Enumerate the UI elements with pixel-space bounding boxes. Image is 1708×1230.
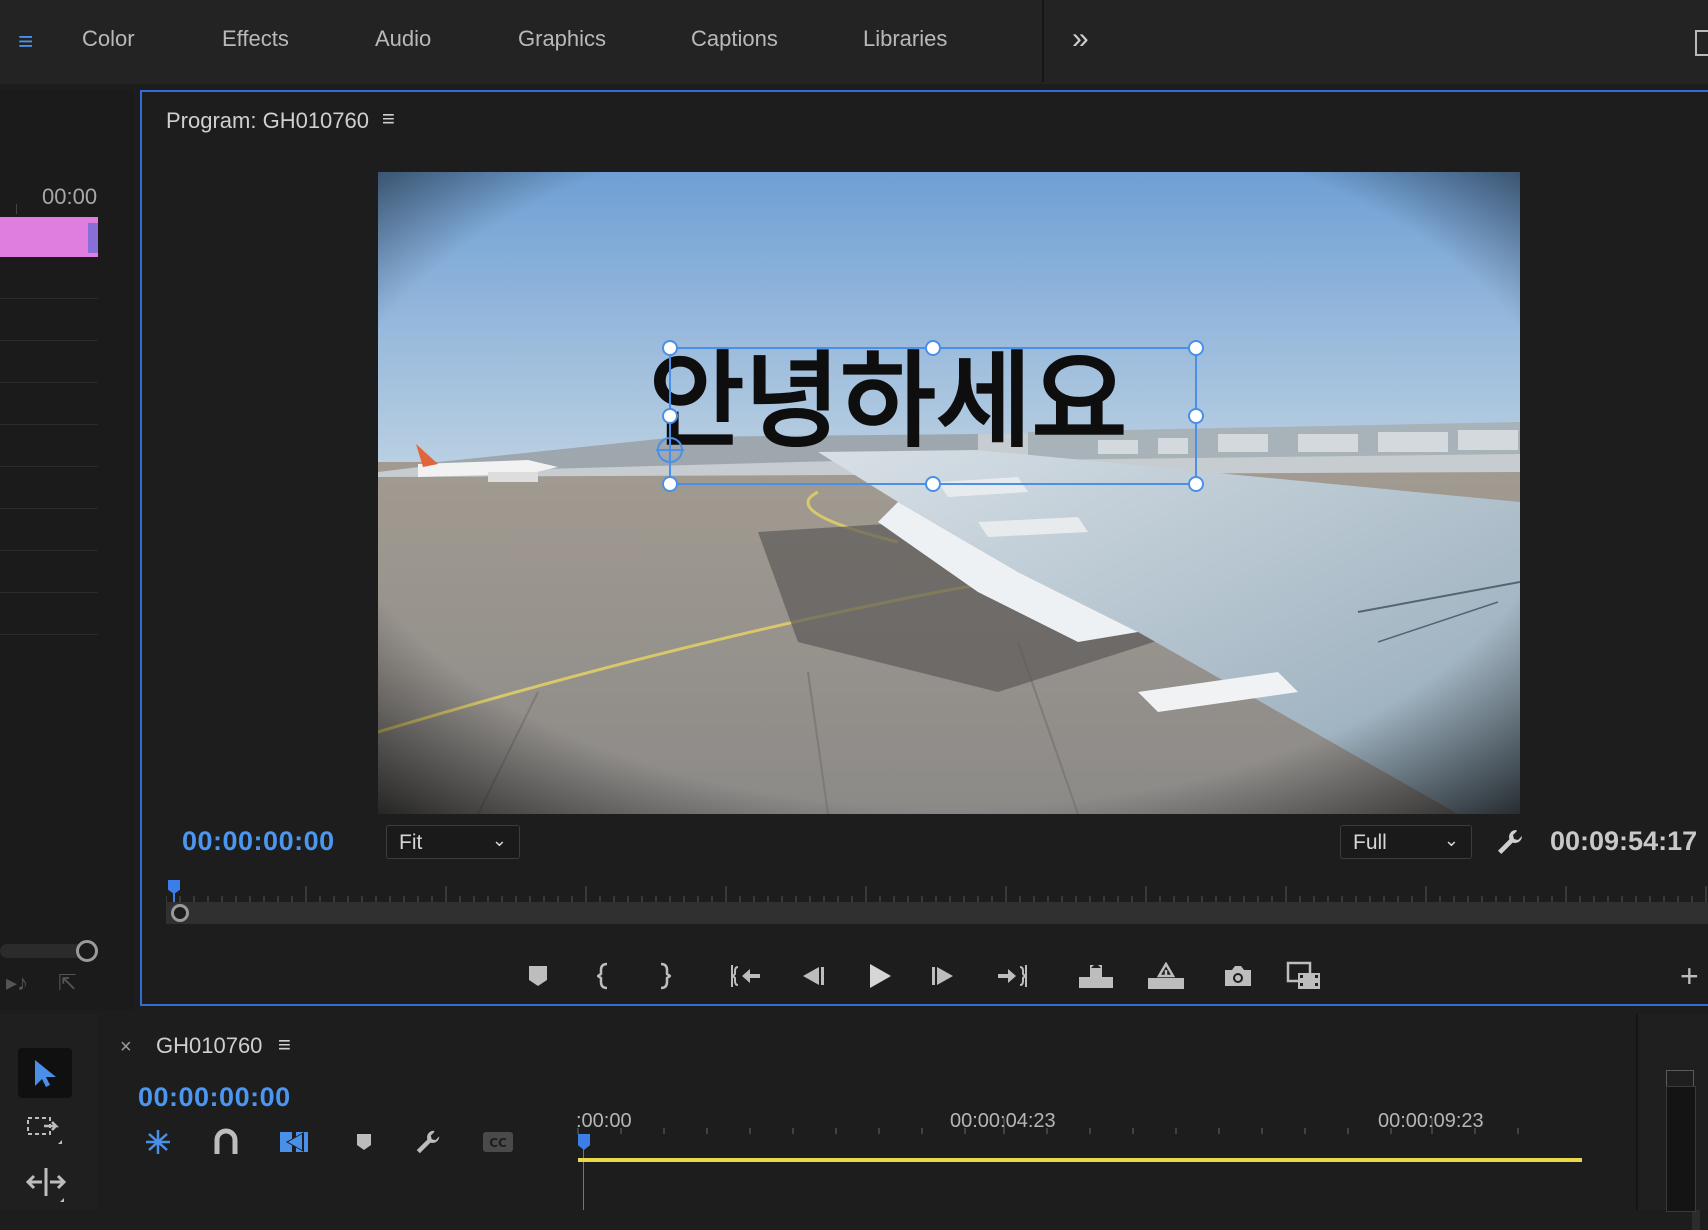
add-marker-button[interactable] [518, 956, 558, 996]
panel-title: Program: GH010760 [166, 108, 369, 133]
resize-handle[interactable] [925, 476, 941, 492]
resolution-select[interactable]: Full ⌄ [1340, 825, 1472, 859]
mark-in-button[interactable] [584, 956, 624, 996]
linked-selection-icon[interactable] [276, 1124, 312, 1160]
source-panel: 00:00 ▸♪ ⇱ [0, 90, 134, 1010]
resize-handle[interactable] [662, 408, 678, 424]
resize-handle[interactable] [1188, 408, 1204, 424]
track-select-icon [27, 1117, 62, 1144]
timeline-panel: × GH010760 ≡ 00:00:00:00 CC :00:00 00:00… [100, 1014, 1702, 1230]
mark-out-button[interactable] [644, 956, 684, 996]
tab-audio[interactable]: Audio [375, 26, 431, 52]
resolution-value: Full [1353, 831, 1387, 854]
sequence-tab[interactable]: GH010760 [156, 1033, 262, 1059]
selection-arrow-icon [35, 1060, 56, 1087]
program-monitor: Program: GH010760 ≡ 안녕하세요 00:00:00:00 Fi… [140, 90, 1708, 1006]
snap-magnet-icon[interactable] [208, 1124, 244, 1160]
ripple-edit-tool[interactable] [24, 1164, 68, 1209]
ruler-label-end: 00:00:09:23 [1378, 1110, 1484, 1132]
ruler-tick [16, 204, 17, 214]
tab-captions[interactable]: Captions [691, 26, 778, 52]
timeline-settings-wrench-icon[interactable] [410, 1124, 446, 1160]
selection-tool[interactable] [18, 1048, 72, 1098]
work-area-bar[interactable] [578, 1158, 1582, 1162]
track-divider [0, 340, 98, 341]
resize-handle[interactable] [1188, 476, 1204, 492]
chevron-down-icon: ⌄ [491, 830, 507, 850]
lift-button[interactable] [1076, 956, 1116, 996]
settings-wrench-icon[interactable] [1494, 826, 1526, 863]
clip-bar[interactable] [0, 217, 98, 257]
zoom-handle[interactable] [171, 904, 189, 922]
add-marker-icon[interactable] [346, 1124, 382, 1160]
ruler-label-start: :00:00 [576, 1110, 632, 1132]
resize-handle[interactable] [925, 340, 941, 356]
audio-insert-icon[interactable]: ▸♪ [6, 970, 28, 996]
export-frame-camera-icon[interactable] [1218, 956, 1258, 996]
panel-menu-icon[interactable]: ≡ [382, 106, 395, 132]
step-forward-button[interactable] [924, 956, 964, 996]
track-divider [0, 592, 98, 593]
chevron-down-icon: ⌄ [1443, 830, 1459, 850]
track-divider [0, 508, 98, 509]
tab-color[interactable]: Color [82, 26, 135, 52]
resize-handle[interactable] [662, 340, 678, 356]
extract-button[interactable] [1146, 956, 1186, 996]
overlay-title-text[interactable]: 안녕하세요 [649, 340, 1127, 462]
clip-end-handle[interactable] [88, 223, 98, 253]
captions-cc-icon[interactable]: CC [480, 1124, 516, 1160]
video-frame[interactable]: 안녕하세요 [378, 172, 1520, 814]
audio-meter [1666, 1086, 1696, 1212]
tab-graphics[interactable]: Graphics [518, 26, 606, 52]
tab-effects[interactable]: Effects [222, 26, 289, 52]
track-divider [0, 424, 98, 425]
play-button[interactable] [860, 956, 900, 996]
comparison-view-icon[interactable] [1284, 956, 1324, 996]
ripple-edit-icon [25, 1168, 67, 1202]
divider [1042, 0, 1044, 82]
export-icon[interactable]: ⇱ [58, 970, 76, 996]
panel-menu-icon[interactable]: ≡ [278, 1032, 291, 1058]
workspace-menu-icon[interactable]: ≡ [18, 28, 33, 54]
panel-timestamp: 00:00 [42, 184, 98, 209]
playhead-line [173, 892, 175, 902]
track-divider [0, 382, 98, 383]
workspace-bar: ≡ Color Effects Audio Graphics Captions … [0, 0, 1708, 84]
zoom-scrollbar[interactable] [0, 944, 84, 958]
timeline-playhead[interactable] [578, 1134, 590, 1150]
track-divider [0, 634, 98, 635]
step-back-button[interactable] [792, 956, 832, 996]
audio-meter-panel [1636, 1014, 1708, 1212]
resize-handle[interactable] [662, 476, 678, 492]
tools-panel [0, 1014, 98, 1210]
go-to-out-button[interactable] [992, 956, 1032, 996]
track-divider [0, 550, 98, 551]
more-workspaces-icon[interactable]: » [1072, 22, 1089, 56]
nest-toggle-icon[interactable] [140, 1124, 176, 1160]
track-divider [0, 298, 98, 299]
tab-libraries[interactable]: Libraries [863, 26, 947, 52]
close-icon[interactable]: × [120, 1036, 132, 1059]
duration-timecode: 00:09:54:17 [1550, 826, 1698, 856]
zoom-select[interactable]: Fit ⌄ [386, 825, 520, 859]
panel-icon[interactable] [1695, 30, 1708, 56]
resize-handle[interactable] [1188, 340, 1204, 356]
zoom-handle[interactable] [76, 940, 98, 962]
zoom-scroll-bar[interactable] [166, 902, 1708, 924]
go-to-in-button[interactable] [726, 956, 766, 996]
svg-text:CC: CC [489, 1136, 507, 1150]
timeline-ruler[interactable] [576, 1114, 1696, 1134]
timeline-timecode[interactable]: 00:00:00:00 [138, 1082, 291, 1113]
add-button-icon[interactable]: + [1680, 958, 1699, 995]
time-ruler[interactable] [165, 880, 1708, 902]
track-divider [0, 466, 98, 467]
playhead-timecode[interactable]: 00:00:00:00 [182, 826, 335, 857]
track-select-tool[interactable] [26, 1112, 66, 1151]
ruler-label-mid: 00:00:04:23 [950, 1110, 1056, 1132]
zoom-value: Fit [399, 831, 423, 854]
